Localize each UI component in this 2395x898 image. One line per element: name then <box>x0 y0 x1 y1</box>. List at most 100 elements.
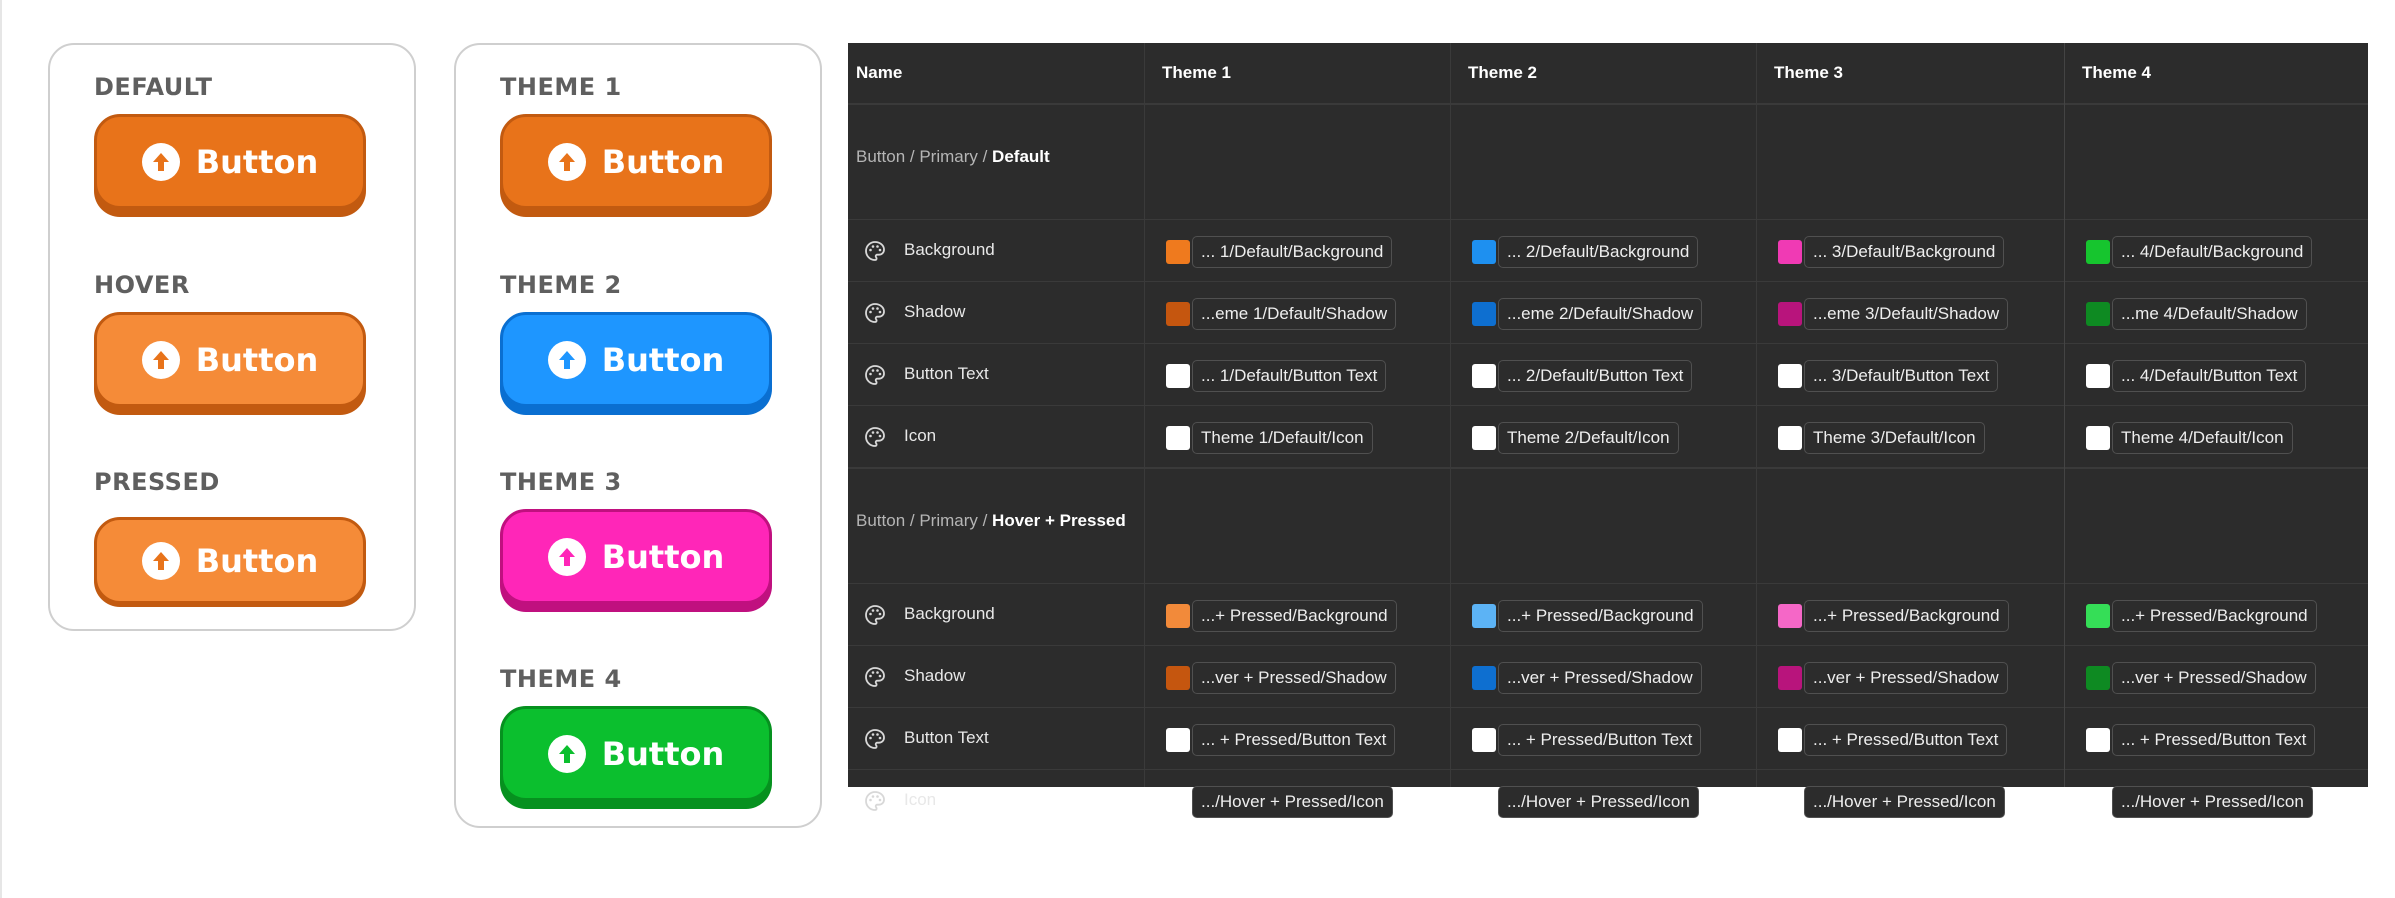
header-theme-2[interactable]: Theme 2 <box>1468 43 1537 103</box>
section-header[interactable]: Button / Primary / Hover + Pressed <box>848 467 2368 583</box>
variable-alias-pill[interactable]: ... 1/Default/Button Text <box>1192 360 1387 392</box>
variable-alias-pill[interactable]: .../Hover + Pressed/Icon <box>1192 786 1393 818</box>
theme-2-cell[interactable]: ... 2/Default/Button Text <box>1450 344 1756 406</box>
variable-alias-pill[interactable]: ...ver + Pressed/Shadow <box>1498 662 1702 694</box>
color-swatch[interactable] <box>2086 728 2110 752</box>
variable-alias-pill[interactable]: ... 2/Default/Button Text <box>1498 360 1693 392</box>
theme-1-cell[interactable]: ... + Pressed/Button Text <box>1144 708 1450 770</box>
table-row[interactable]: Icon .../Hover + Pressed/Icon .../Hover + … <box>848 769 2368 831</box>
color-swatch[interactable] <box>1472 666 1496 690</box>
theme-1-cell[interactable]: .../Hover + Pressed/Icon <box>1144 770 1450 832</box>
color-swatch[interactable] <box>1778 666 1802 690</box>
variable-alias-pill[interactable]: .../Hover + Pressed/Icon <box>1804 786 2005 818</box>
variable-alias-pill[interactable]: ...+ Pressed/Background <box>1804 600 2009 632</box>
color-swatch[interactable] <box>1166 666 1190 690</box>
color-swatch[interactable] <box>2086 426 2110 450</box>
variable-alias-pill[interactable]: ... 4/Default/Button Text <box>2112 360 2307 392</box>
variable-alias-pill[interactable]: ... 4/Default/Background <box>2112 236 2313 268</box>
theme-3-cell[interactable]: ... + Pressed/Button Text <box>1756 708 2062 770</box>
theme-3-cell[interactable]: Theme 3/Default/Icon <box>1756 406 2062 468</box>
header-theme-3[interactable]: Theme 3 <box>1774 43 1843 103</box>
theme-2-cell[interactable]: ...+ Pressed/Background <box>1450 584 1756 646</box>
theme-2-button[interactable]: Button <box>500 312 772 407</box>
color-swatch[interactable] <box>1778 364 1802 388</box>
section-header[interactable]: Button / Primary / Default <box>848 103 2368 219</box>
theme-1-cell[interactable]: ...eme 1/Default/Shadow <box>1144 282 1450 344</box>
color-swatch[interactable] <box>1472 728 1496 752</box>
theme-4-cell[interactable]: ... 4/Default/Button Text <box>2064 344 2370 406</box>
theme-2-cell[interactable]: .../Hover + Pressed/Icon <box>1450 770 1756 832</box>
color-swatch[interactable] <box>1778 790 1802 814</box>
theme-4-cell[interactable]: Theme 4/Default/Icon <box>2064 406 2370 468</box>
variable-alias-pill[interactable]: ... + Pressed/Button Text <box>2112 724 2316 756</box>
color-swatch[interactable] <box>1166 604 1190 628</box>
theme-3-cell[interactable]: ...eme 3/Default/Shadow <box>1756 282 2062 344</box>
variable-alias-pill[interactable]: ...+ Pressed/Background <box>1498 600 1703 632</box>
table-row[interactable]: Button Text ... + Pressed/Button Text ... … <box>848 707 2368 769</box>
table-row[interactable]: Icon Theme 1/Default/Icon Theme 2/Default/… <box>848 405 2368 467</box>
variable-alias-pill[interactable]: ...ver + Pressed/Shadow <box>1804 662 2008 694</box>
variable-alias-pill[interactable]: ...eme 1/Default/Shadow <box>1192 298 1397 330</box>
table-row[interactable]: Shadow ...eme 1/Default/Shadow ...eme 2/De… <box>848 281 2368 343</box>
variable-alias-pill[interactable]: ... 3/Default/Background <box>1804 236 2005 268</box>
color-swatch[interactable] <box>1778 240 1802 264</box>
color-swatch[interactable] <box>2086 666 2110 690</box>
pressed-state-button[interactable]: Button <box>94 517 366 604</box>
variable-alias-pill[interactable]: ... + Pressed/Button Text <box>1192 724 1396 756</box>
header-theme-4[interactable]: Theme 4 <box>2082 43 2151 103</box>
theme-1-button[interactable]: Button <box>500 114 772 209</box>
variable-alias-pill[interactable]: Theme 2/Default/Icon <box>1498 422 1679 454</box>
theme-4-cell[interactable]: .../Hover + Pressed/Icon <box>2064 770 2370 832</box>
color-swatch[interactable] <box>2086 240 2110 264</box>
theme-3-cell[interactable]: .../Hover + Pressed/Icon <box>1756 770 2062 832</box>
color-swatch[interactable] <box>1166 728 1190 752</box>
variable-alias-pill[interactable]: Theme 4/Default/Icon <box>2112 422 2293 454</box>
table-row[interactable]: Background ...+ Pressed/Background ...+ Pr… <box>848 583 2368 645</box>
color-swatch[interactable] <box>1166 426 1190 450</box>
variable-alias-pill[interactable]: .../Hover + Pressed/Icon <box>1498 786 1699 818</box>
color-swatch[interactable] <box>1166 240 1190 264</box>
variable-alias-pill[interactable]: ...+ Pressed/Background <box>1192 600 1397 632</box>
color-swatch[interactable] <box>1778 302 1802 326</box>
theme-1-cell[interactable]: ... 1/Default/Button Text <box>1144 344 1450 406</box>
theme-1-cell[interactable]: ... 1/Default/Background <box>1144 220 1450 282</box>
theme-4-cell[interactable]: ...+ Pressed/Background <box>2064 584 2370 646</box>
color-swatch[interactable] <box>1472 240 1496 264</box>
color-swatch[interactable] <box>1166 790 1190 814</box>
variable-alias-pill[interactable]: ... 2/Default/Background <box>1498 236 1699 268</box>
color-swatch[interactable] <box>1472 604 1496 628</box>
theme-4-cell[interactable]: ...ver + Pressed/Shadow <box>2064 646 2370 708</box>
hover-state-button[interactable]: Button <box>94 312 366 407</box>
color-swatch[interactable] <box>1472 790 1496 814</box>
table-row[interactable]: Shadow ...ver + Pressed/Shadow ...ver + Pr… <box>848 645 2368 707</box>
variable-alias-pill[interactable]: ...eme 3/Default/Shadow <box>1804 298 2009 330</box>
color-swatch[interactable] <box>1472 364 1496 388</box>
variable-alias-pill[interactable]: Theme 3/Default/Icon <box>1804 422 1985 454</box>
table-row[interactable]: Button Text ... 1/Default/Button Text ... … <box>848 343 2368 405</box>
default-state-button[interactable]: Button <box>94 114 366 209</box>
theme-2-cell[interactable]: ... 2/Default/Background <box>1450 220 1756 282</box>
theme-2-cell[interactable]: ...eme 2/Default/Shadow <box>1450 282 1756 344</box>
header-name[interactable]: Name <box>856 43 902 103</box>
theme-4-cell[interactable]: ...me 4/Default/Shadow <box>2064 282 2370 344</box>
theme-1-cell[interactable]: ...+ Pressed/Background <box>1144 584 1450 646</box>
theme-4-button[interactable]: Button <box>500 706 772 801</box>
variable-alias-pill[interactable]: Theme 1/Default/Icon <box>1192 422 1373 454</box>
color-swatch[interactable] <box>1472 426 1496 450</box>
theme-3-cell[interactable]: ...ver + Pressed/Shadow <box>1756 646 2062 708</box>
theme-3-cell[interactable]: ...+ Pressed/Background <box>1756 584 2062 646</box>
theme-1-cell[interactable]: ...ver + Pressed/Shadow <box>1144 646 1450 708</box>
theme-4-cell[interactable]: ... 4/Default/Background <box>2064 220 2370 282</box>
theme-2-cell[interactable]: Theme 2/Default/Icon <box>1450 406 1756 468</box>
table-row[interactable]: Background ... 1/Default/Background ... 2/… <box>848 219 2368 281</box>
color-swatch[interactable] <box>2086 364 2110 388</box>
color-swatch[interactable] <box>1166 364 1190 388</box>
variable-alias-pill[interactable]: ... + Pressed/Button Text <box>1804 724 2008 756</box>
variable-alias-pill[interactable]: ... 3/Default/Button Text <box>1804 360 1999 392</box>
color-swatch[interactable] <box>2086 790 2110 814</box>
theme-1-cell[interactable]: Theme 1/Default/Icon <box>1144 406 1450 468</box>
variable-alias-pill[interactable]: ...ver + Pressed/Shadow <box>2112 662 2316 694</box>
color-swatch[interactable] <box>1778 604 1802 628</box>
color-swatch[interactable] <box>1166 302 1190 326</box>
color-swatch[interactable] <box>2086 604 2110 628</box>
